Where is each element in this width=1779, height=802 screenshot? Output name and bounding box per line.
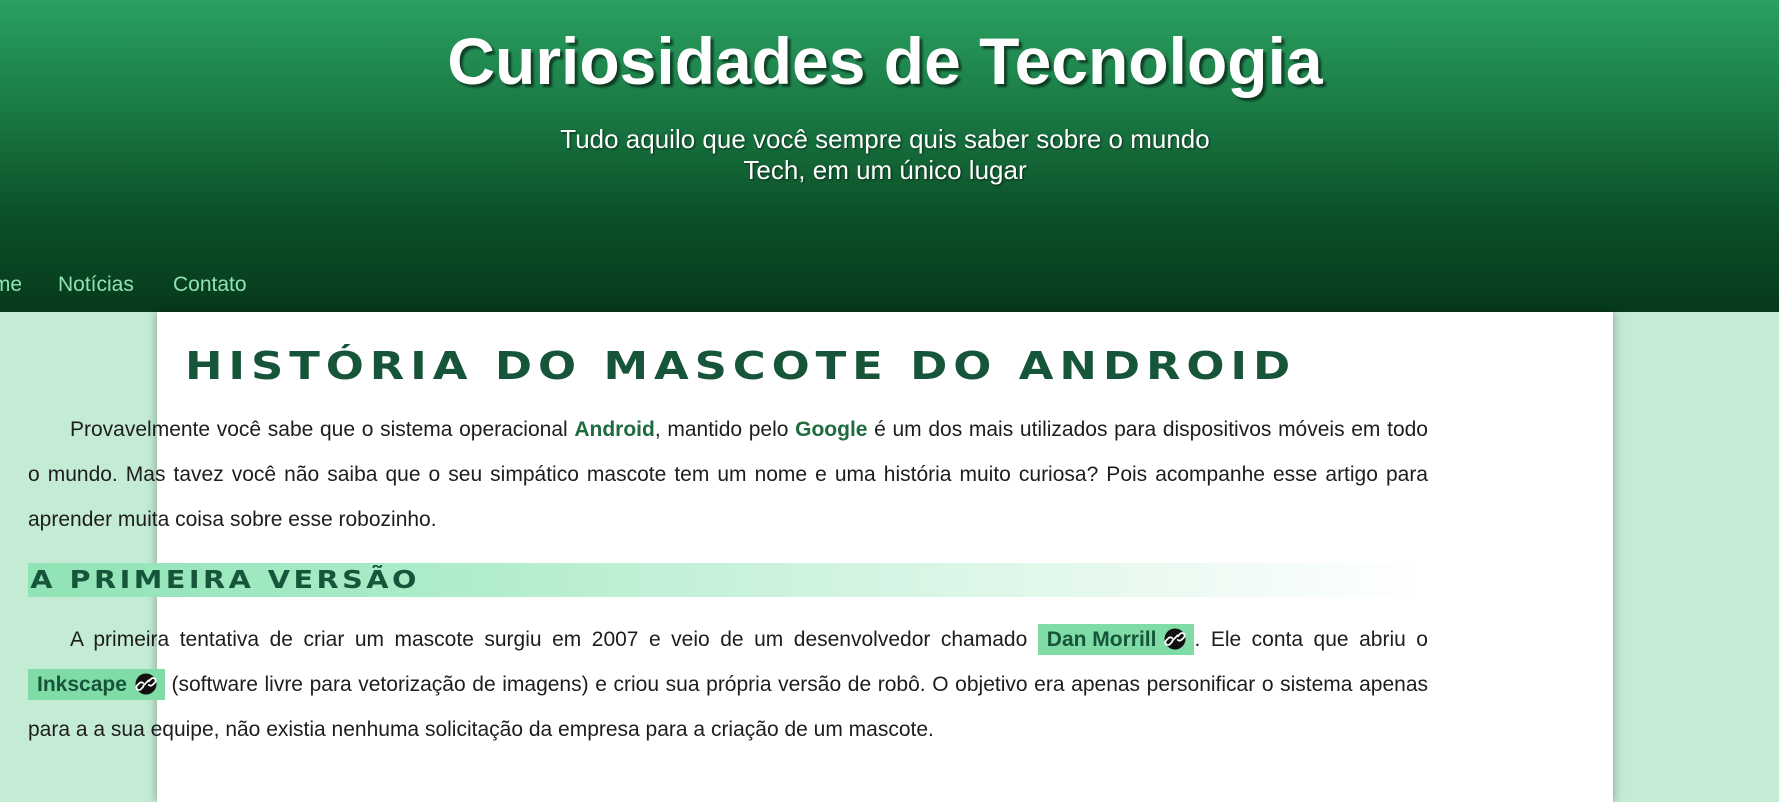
section-paragraph: A primeira tentativa de criar um mascote… <box>28 617 1428 752</box>
dan-morrill-link-label: Dan Morrill <box>1046 628 1157 651</box>
nav-item-noticias[interactable]: Notícias <box>58 268 134 302</box>
site-subtitle: Tudo aquilo que você sempre quis saber s… <box>535 124 1235 186</box>
subtitle-line-2: Tech, em um único lugar <box>743 155 1027 185</box>
inkscape-link[interactable]: Inkscape <box>28 669 165 700</box>
intro-text-2: , mantido pelo <box>654 418 796 441</box>
google-highlight: Google <box>795 418 868 441</box>
section-heading-primeira-versao: A Primeira Versão <box>28 563 1428 597</box>
intro-text-1: Provavelmente você sabe que o sistema op… <box>70 418 575 441</box>
nav-item-home[interactable]: Home <box>0 268 22 302</box>
intro-paragraph: Provavelmente você sabe que o sistema op… <box>28 407 1428 542</box>
section-text-2: . Ele conta que abriu o <box>1194 628 1428 651</box>
section-text-3: (software livre para vetorização de imag… <box>28 673 1428 741</box>
inkscape-link-label: Inkscape <box>37 673 127 696</box>
section-text-1: A primeira tentativa de criar um mascote… <box>70 628 1038 651</box>
article-title: História do Mascote do Android <box>185 344 1297 388</box>
site-header: Curiosidades de Tecnologia Tudo aquilo q… <box>0 0 1779 312</box>
section-heading-text: A Primeira Versão <box>30 565 420 594</box>
link-icon <box>135 673 157 695</box>
link-icon <box>1164 628 1187 650</box>
site-title: Curiosidades de Tecnologia <box>447 24 1323 98</box>
nav-item-contato[interactable]: Contato <box>173 268 247 302</box>
dan-morrill-link[interactable]: Dan Morrill <box>1037 624 1195 655</box>
android-highlight: Android <box>574 418 655 441</box>
subtitle-line-1: Tudo aquilo que você sempre quis saber s… <box>560 124 1210 154</box>
